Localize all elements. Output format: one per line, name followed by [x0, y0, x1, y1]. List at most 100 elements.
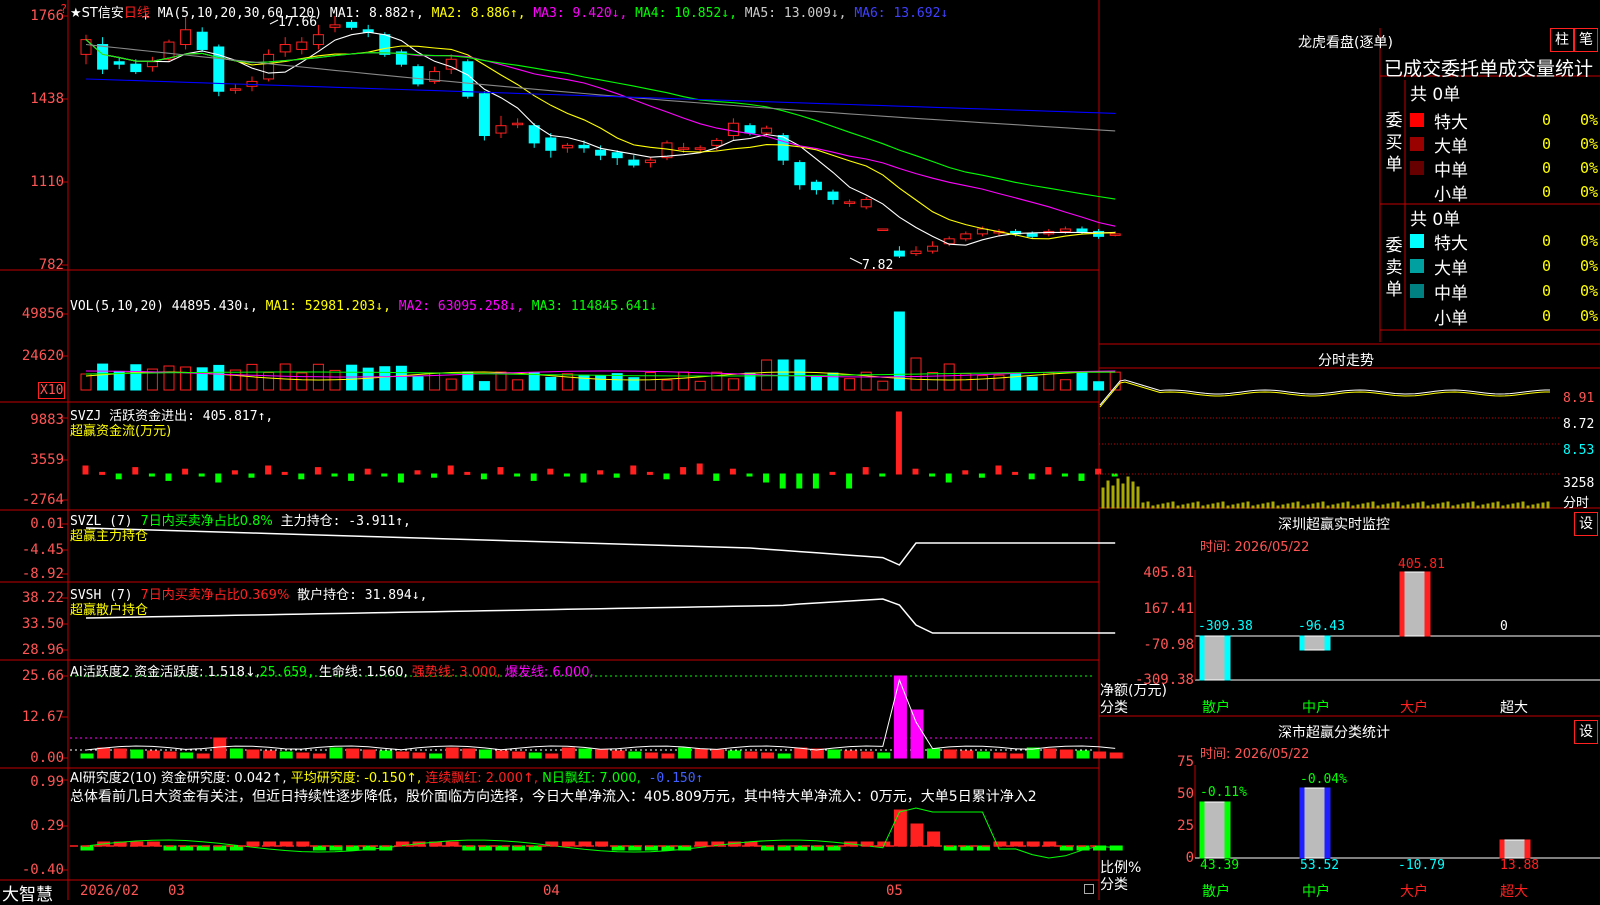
candle-body [628, 159, 640, 166]
candle-body [893, 250, 905, 257]
ai1-bar [910, 709, 924, 759]
ai1-bar [1043, 748, 1057, 759]
sz-bar-retail-edge [1199, 635, 1205, 681]
intraday-volume-bar [1451, 505, 1455, 509]
svzj-bar [613, 473, 620, 478]
sz-val-4: 0 [1500, 619, 1508, 634]
candle-body [180, 29, 192, 46]
period-label[interactable]: 日线 [124, 6, 150, 21]
vol-axis-2: 24620 [21, 348, 64, 364]
intraday-volume-bar [1326, 505, 1330, 509]
row-name: 特大 [1434, 234, 1468, 254]
buy-row-xs[interactable]: 小单 0 0% [1410, 180, 1600, 205]
intraday-volume-bar [1231, 504, 1235, 509]
intraday-volume-bar [1291, 502, 1295, 509]
volume-bar [495, 371, 507, 391]
color-swatch [1410, 284, 1424, 298]
svzj-bar [281, 471, 288, 475]
stats-tabs[interactable]: 已成交委托单成交量统计 [1384, 54, 1593, 81]
date-tick-4: 05 [886, 883, 903, 899]
ai2-bar [910, 823, 924, 847]
ai1-bar [927, 748, 941, 759]
stock-title[interactable]: ★ST信安 [70, 6, 124, 21]
ai1-bar [196, 753, 210, 759]
price-axis-1766: 1766 [30, 8, 64, 24]
volume-bar [412, 376, 424, 391]
candle-body [146, 61, 158, 68]
vol-label: VOL(5,10,20) [70, 299, 164, 314]
intraday-volume-bar [1446, 501, 1450, 509]
sz-monitor-settings-button[interactable]: 设 [1574, 512, 1598, 536]
color-swatch [1410, 161, 1424, 175]
vol-multiplier[interactable]: X10 [38, 382, 66, 399]
buy-row-dd[interactable]: 大单 0 0% [1410, 132, 1600, 157]
bar-mode-button[interactable]: 柱 [1550, 28, 1574, 52]
ai1-bar [97, 747, 111, 759]
sell-row-dd[interactable]: 大单 0 0% [1410, 254, 1600, 279]
ai1-bar [395, 751, 409, 759]
svzj-bar [82, 465, 89, 475]
ma1-value: MA1: 8.882↑, [329, 6, 424, 21]
sz-class-settings-button[interactable]: 设 [1574, 720, 1598, 744]
szc-bar-super-edge [1524, 839, 1531, 859]
volume-bar [1076, 371, 1088, 391]
ai1-bar [893, 675, 907, 759]
sz-bar-big-edge [1424, 571, 1431, 637]
sz-cat-1: 散户 [1202, 700, 1230, 716]
svzl-axis-3: -8.92 [21, 566, 64, 582]
buy-row-xd[interactable]: 特大 0 0% [1410, 108, 1600, 133]
svzj-bar [812, 473, 819, 489]
svzj-bar [995, 465, 1002, 475]
price-axis-1438: 1438 [30, 91, 64, 107]
svsh-label3: 散户持仓: 31.894↓, [289, 588, 428, 603]
brand-label[interactable]: 大智慧 [2, 880, 53, 905]
volume-bar [877, 380, 889, 391]
svzj-bar [148, 473, 155, 477]
intraday-volume-bar [1276, 505, 1280, 509]
ai1-bar [229, 748, 243, 759]
svsh-axis-2: 33.50 [21, 616, 64, 632]
buy-row-zd[interactable]: 中单 0 0% [1410, 156, 1600, 181]
svzj-bar [962, 470, 969, 475]
svzj-bar [563, 473, 570, 477]
candle-body [545, 137, 557, 151]
intraday-volume-bar [1271, 501, 1275, 509]
svzj-bar [364, 468, 371, 475]
sz-monitor-title: 深圳超赢实时监控 [1278, 517, 1390, 533]
sz-class-time: 时间: 2026/05/22 [1200, 747, 1310, 762]
candle-body [960, 233, 972, 240]
svzj-bar [630, 465, 637, 475]
tick-mode-button[interactable]: 笔 [1574, 28, 1598, 52]
ai2-l3: 连续飘红: 2.000↑, [421, 771, 539, 786]
intraday-volume-bar [1376, 505, 1380, 509]
intraday-volume-bar [1146, 501, 1150, 509]
sz-class-axis-1: 75 [1177, 754, 1194, 770]
szc-bar-mid-edge [1324, 787, 1331, 859]
ai1-bar [1010, 753, 1024, 759]
price-axis-782: 782 [38, 257, 64, 273]
buy-total: 共 0单 [1410, 85, 1461, 105]
candle-body [495, 125, 507, 134]
svzj-bar [746, 473, 753, 477]
row-pct: 0% [1580, 232, 1599, 250]
sz-cat-4: 超大 [1500, 700, 1528, 716]
candle-body [744, 125, 756, 134]
intraday-volume-bar [1261, 503, 1265, 509]
sell-row-xs[interactable]: 小单 0 0% [1410, 304, 1600, 329]
candle-body [711, 139, 723, 146]
volume-bar [80, 373, 92, 391]
ai1-bar [877, 752, 891, 759]
sz-class-top-2: -0.04% [1300, 772, 1347, 787]
svzj-bar [182, 468, 189, 475]
sell-row-xd[interactable]: 特大 0 0% [1410, 229, 1600, 254]
price-axis-1110: 1110 [30, 174, 64, 190]
row-value: 0 [1542, 257, 1552, 275]
intraday-volume-bar [1396, 501, 1400, 509]
volume-bar [976, 375, 988, 391]
sell-row-zd[interactable]: 中单 0 0% [1410, 279, 1600, 304]
sz-bar-mid-edge [1299, 635, 1305, 651]
intraday-volume-bar [1336, 503, 1340, 509]
candle-body [644, 159, 656, 164]
lock-icon[interactable] [1084, 884, 1094, 894]
candle-body [1059, 228, 1071, 232]
